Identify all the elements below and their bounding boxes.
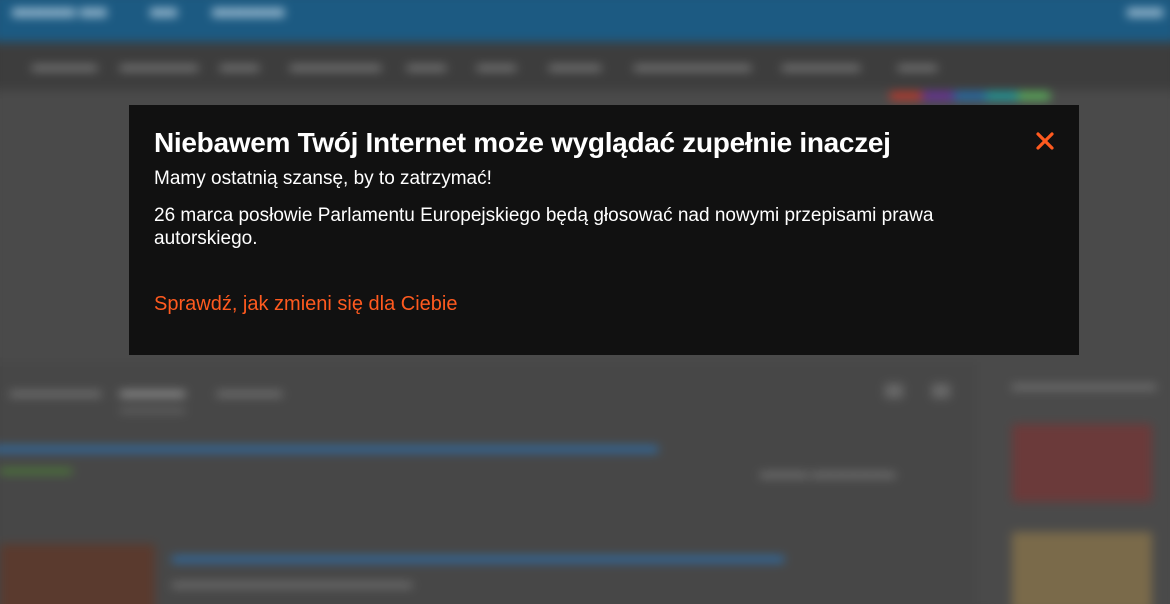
close-button[interactable] [1033,129,1057,153]
background-color-strip [890,92,1050,100]
background-top-bar: ■■■■■■■ ■■■ ■■■ ■■■■■■■■ ■■■■ [0,0,1170,42]
modal-body-text: 26 marca posłowie Parlamentu Europejskie… [154,205,934,249]
modal-subtitle: Mamy ostatnią szansę, by to zatrzymać! [154,168,492,189]
copyright-alert-modal: Niebawem Twój Internet może wyglądać zup… [129,105,1079,355]
modal-title: Niebawem Twój Internet może wyglądać zup… [154,127,891,158]
check-changes-link[interactable]: Sprawdź, jak zmieni się dla Ciebie [154,292,457,316]
close-icon [1036,132,1054,150]
